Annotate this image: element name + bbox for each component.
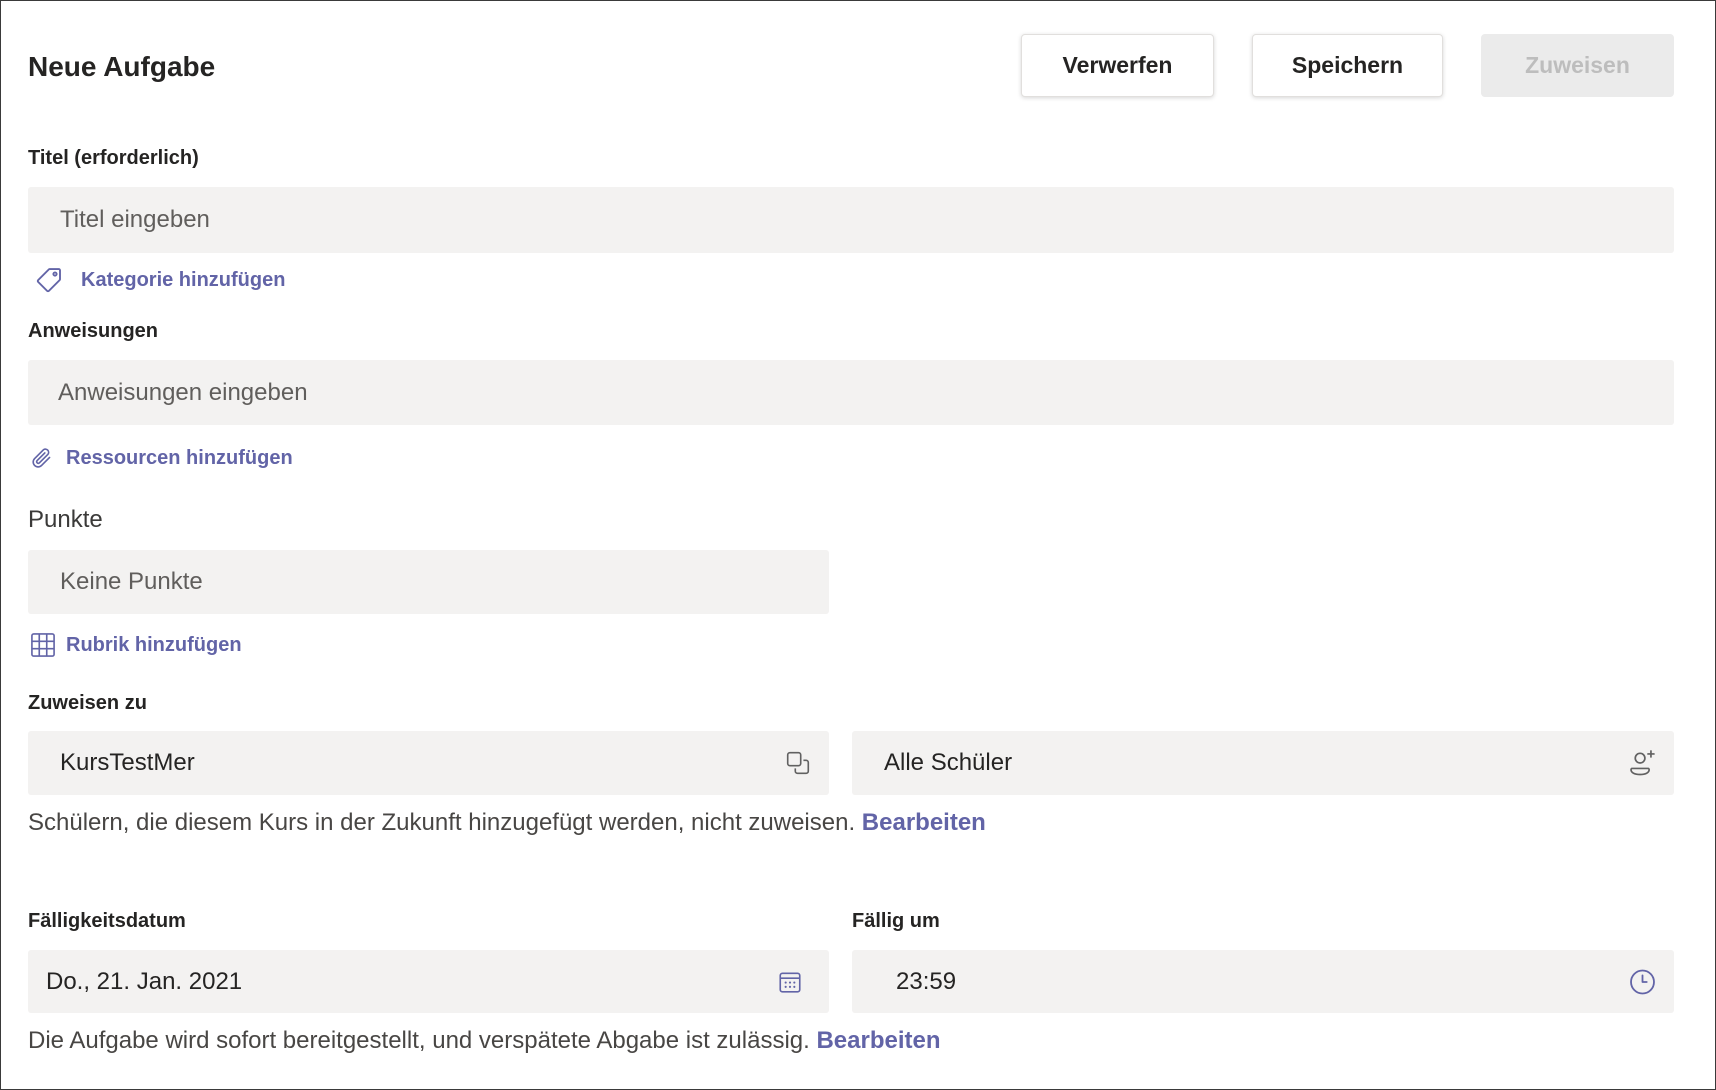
add-person-icon[interactable] [1628, 749, 1657, 778]
students-select-value: Alle Schüler [884, 749, 1013, 776]
schedule-note: Die Aufgabe wird sofort bereitgestellt, … [28, 1026, 941, 1056]
instructions-input[interactable] [58, 360, 1674, 425]
due-date-value: Do., 21. Jan. 2021 [46, 967, 243, 995]
points-label: Punkte [28, 506, 103, 533]
title-input[interactable] [60, 187, 1674, 253]
discard-button[interactable]: Verwerfen [1021, 34, 1214, 97]
due-date-label: Fälligkeitsdatum [28, 910, 186, 932]
title-field [28, 187, 1674, 253]
future-students-note-text: Schülern, die diesem Kurs in der Zukunft… [28, 809, 856, 836]
due-time-value: 23:59 [896, 967, 957, 995]
points-field [28, 550, 829, 614]
add-rubric-label: Rubrik hinzufügen [66, 634, 242, 656]
edit-schedule-link[interactable]: Bearbeiten [816, 1027, 940, 1054]
title-label: Titel (erforderlich) [28, 147, 199, 169]
class-select-value: KursTestMer [60, 749, 195, 776]
instructions-label: Anweisungen [28, 320, 159, 342]
page-title: Neue Aufgabe [28, 51, 216, 82]
save-button[interactable]: Speichern [1252, 34, 1443, 97]
points-input[interactable] [60, 550, 829, 614]
clock-icon[interactable] [1628, 967, 1657, 996]
calendar-icon[interactable] [777, 969, 803, 995]
future-students-note: Schülern, die diesem Kurs in der Zukunft… [28, 808, 986, 838]
grid-icon [28, 629, 57, 661]
add-category-link[interactable]: Kategorie hinzufügen [31, 264, 285, 296]
edit-future-students-link[interactable]: Bearbeiten [862, 809, 986, 836]
paperclip-icon [28, 442, 55, 474]
instructions-field [28, 360, 1674, 425]
add-rubric-link[interactable]: Rubrik hinzufügen [28, 629, 242, 661]
schedule-note-text: Die Aufgabe wird sofort bereitgestellt, … [28, 1027, 810, 1054]
add-category-label: Kategorie hinzufügen [81, 269, 286, 291]
due-time-label: Fällig um [852, 910, 940, 932]
switch-class-icon[interactable] [785, 750, 811, 776]
assign-button[interactable]: Zuweisen [1481, 34, 1674, 97]
tag-icon [31, 264, 67, 296]
add-resources-link[interactable]: Ressourcen hinzufügen [28, 442, 293, 474]
new-assignment-form: Neue Aufgabe Verwerfen Speichern Zuweise… [0, 0, 1716, 1090]
add-resources-label: Ressourcen hinzufügen [66, 447, 293, 469]
due-date-picker[interactable]: Do., 21. Jan. 2021 [28, 950, 829, 1013]
assign-to-label: Zuweisen zu [28, 692, 147, 714]
students-select[interactable]: Alle Schüler [852, 731, 1674, 795]
due-time-picker[interactable]: 23:59 [852, 950, 1674, 1013]
class-select[interactable]: KursTestMer [28, 731, 829, 795]
